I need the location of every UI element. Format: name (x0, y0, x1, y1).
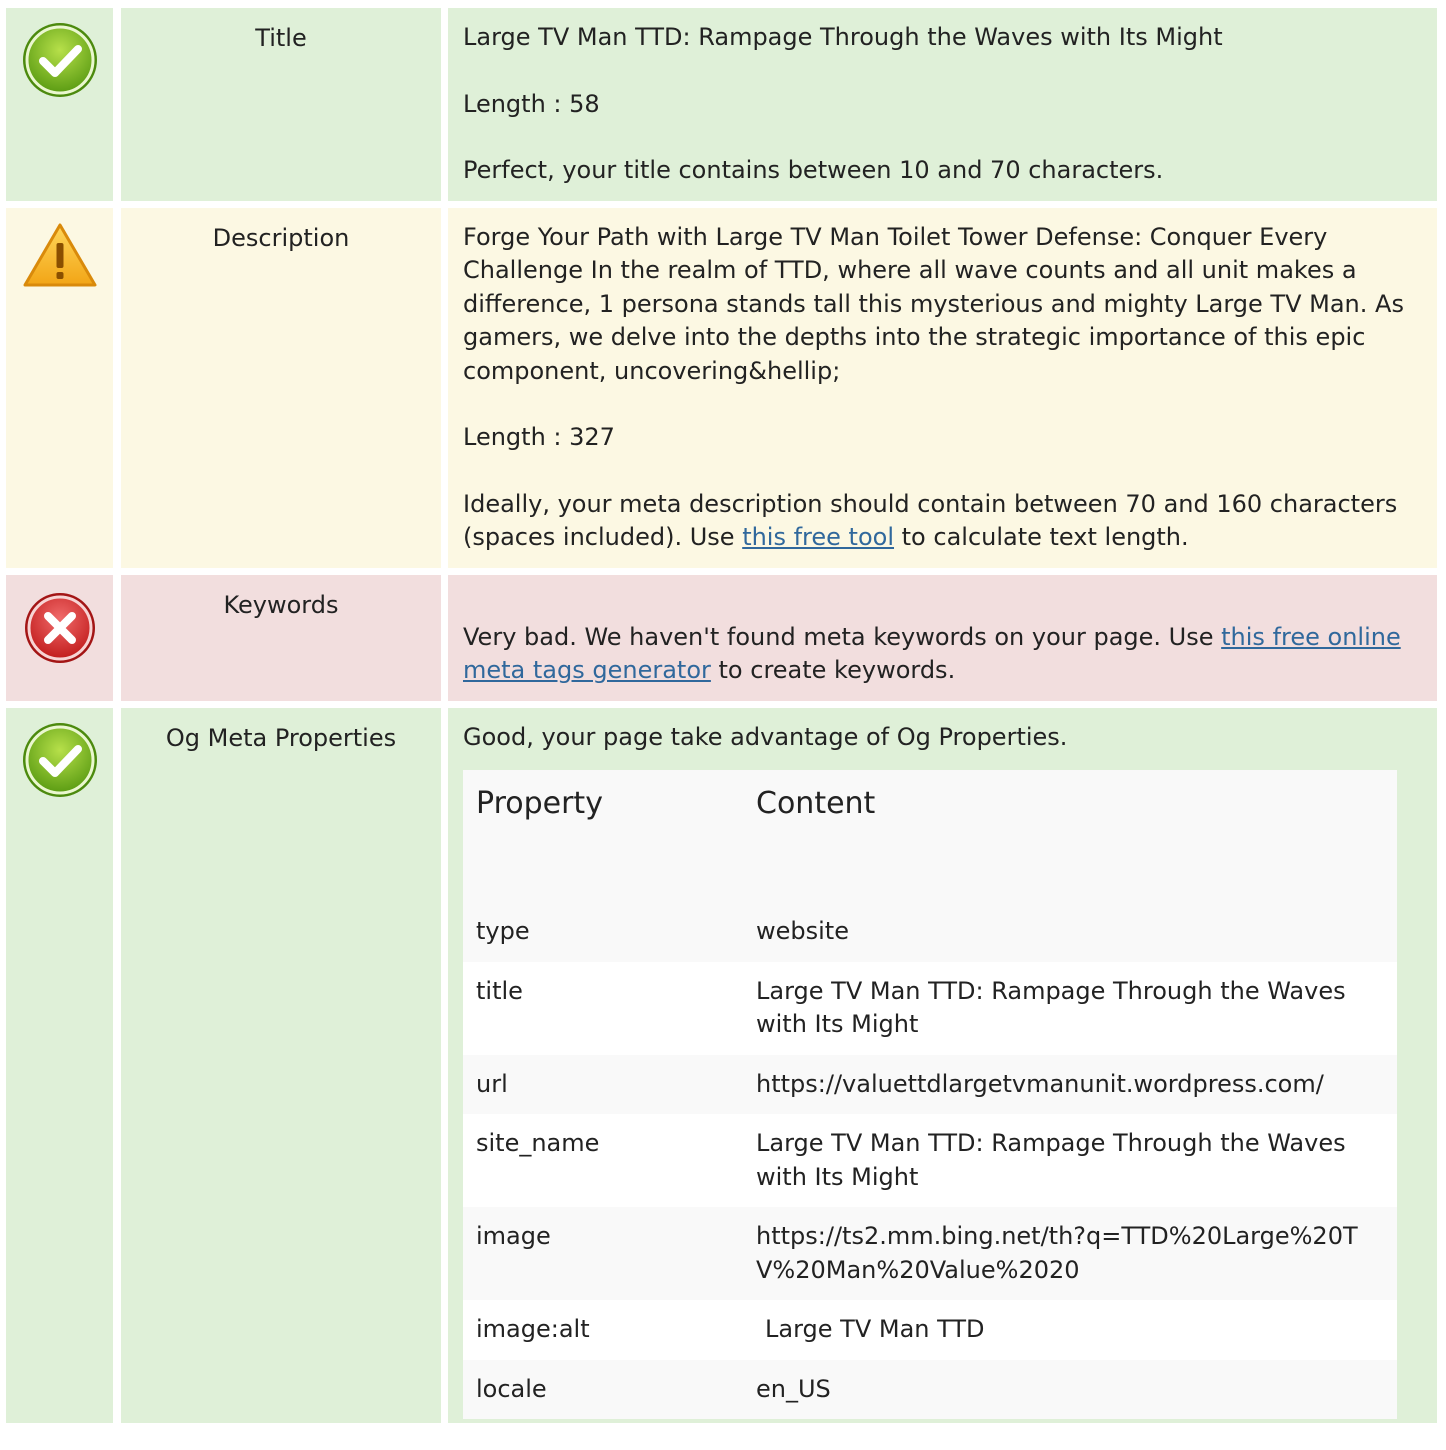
free-tool-link[interactable]: this free tool (742, 523, 894, 551)
table-row: locale en_US (463, 1359, 1397, 1419)
description-length: Length : 327 (463, 423, 615, 451)
og-property-cell: title (463, 961, 730, 1055)
table-row: site_name Large TV Man TTD: Rampage Thro… (463, 1114, 1397, 1207)
og-status-cell (6, 707, 113, 1423)
og-content-cell: Large TV Man TTD: Rampage Through the Wa… (730, 1114, 1397, 1207)
og-content-cell: en_US (730, 1359, 1397, 1419)
keywords-label: Keywords (121, 574, 441, 701)
og-table-header-row: Property Content (463, 770, 1397, 902)
og-header-content: Content (756, 786, 876, 821)
title-label: Title (121, 8, 441, 201)
og-value-cell: Good, your page take advantage of Og Pro… (448, 707, 1437, 1423)
warning-triangle-icon (23, 223, 96, 286)
title-row: Title Large TV Man TTD: Rampage Through … (6, 8, 1437, 201)
keywords-advice-text: Very bad. We haven't found meta keywords… (463, 622, 1222, 651)
table-row: image:alt Large TV Man TTD (463, 1300, 1397, 1360)
og-properties-table: Property Content type website title Larg… (463, 770, 1397, 1419)
title-text: Large TV Man TTD: Rampage Through the Wa… (463, 23, 1223, 51)
og-property-cell: image (463, 1207, 730, 1300)
keywords-advice: Very bad. We haven't found meta keywords… (463, 621, 1421, 688)
check-circle-icon (22, 23, 97, 97)
title-length: Length : 58 (463, 89, 600, 118)
keywords-status-cell (6, 574, 113, 701)
og-content-cell: website (730, 902, 1397, 962)
description-status-cell (6, 207, 113, 568)
keywords-value-cell: Very bad. We haven't found meta keywords… (448, 574, 1437, 701)
description-advice-tail: to calculate text length. (894, 523, 1189, 551)
og-property-cell: url (463, 1054, 730, 1114)
og-header-property: Property (476, 786, 603, 821)
og-row: Og Meta Properties Good, your page take … (6, 707, 1437, 1423)
og-property-cell: locale (463, 1359, 730, 1419)
title-status-cell (6, 8, 113, 201)
title-value-cell: Large TV Man TTD: Rampage Through the Wa… (448, 8, 1437, 201)
seo-report: Title Large TV Man TTD: Rampage Through … (6, 8, 1437, 1423)
description-value-cell: Forge Your Path with Large TV Man Toilet… (448, 207, 1437, 568)
error-cross-icon (24, 592, 95, 663)
check-circle-icon (22, 722, 97, 797)
og-content-cell: https://valuettdlargetvmanunit.wordpress… (730, 1054, 1397, 1114)
og-property-cell: type (463, 902, 730, 962)
og-summary: Good, your page take advantage of Og Pro… (463, 722, 1068, 751)
description-text: Forge Your Path with Large TV Man Toilet… (463, 222, 1404, 385)
og-label: Og Meta Properties (121, 707, 441, 1423)
table-row: type website (463, 902, 1397, 962)
table-row: title Large TV Man TTD: Rampage Through … (463, 961, 1397, 1055)
description-label: Description (121, 207, 441, 568)
og-property-cell: site_name (463, 1114, 730, 1207)
og-content-cell: Large TV Man TTD (730, 1300, 1397, 1360)
og-property-cell: image:alt (463, 1300, 730, 1360)
table-row: url https://valuettdlargetvmanunit.wordp… (463, 1054, 1397, 1114)
description-row: Description Forge Your Path with Large T… (6, 207, 1437, 568)
keywords-advice-tail: to create keywords. (710, 656, 956, 684)
keywords-row: Keywords Very bad. We haven't found meta… (6, 574, 1437, 701)
description-advice: Ideally, your meta description should co… (463, 488, 1421, 555)
table-row: image https://ts2.mm.bing.net/th?q=TTD%2… (463, 1207, 1397, 1300)
title-advice: Perfect, your title contains between 10 … (463, 156, 1164, 184)
og-content-cell: Large TV Man TTD: Rampage Through the Wa… (730, 961, 1397, 1055)
og-content-cell: https://ts2.mm.bing.net/th?q=TTD%20Large… (730, 1207, 1397, 1300)
